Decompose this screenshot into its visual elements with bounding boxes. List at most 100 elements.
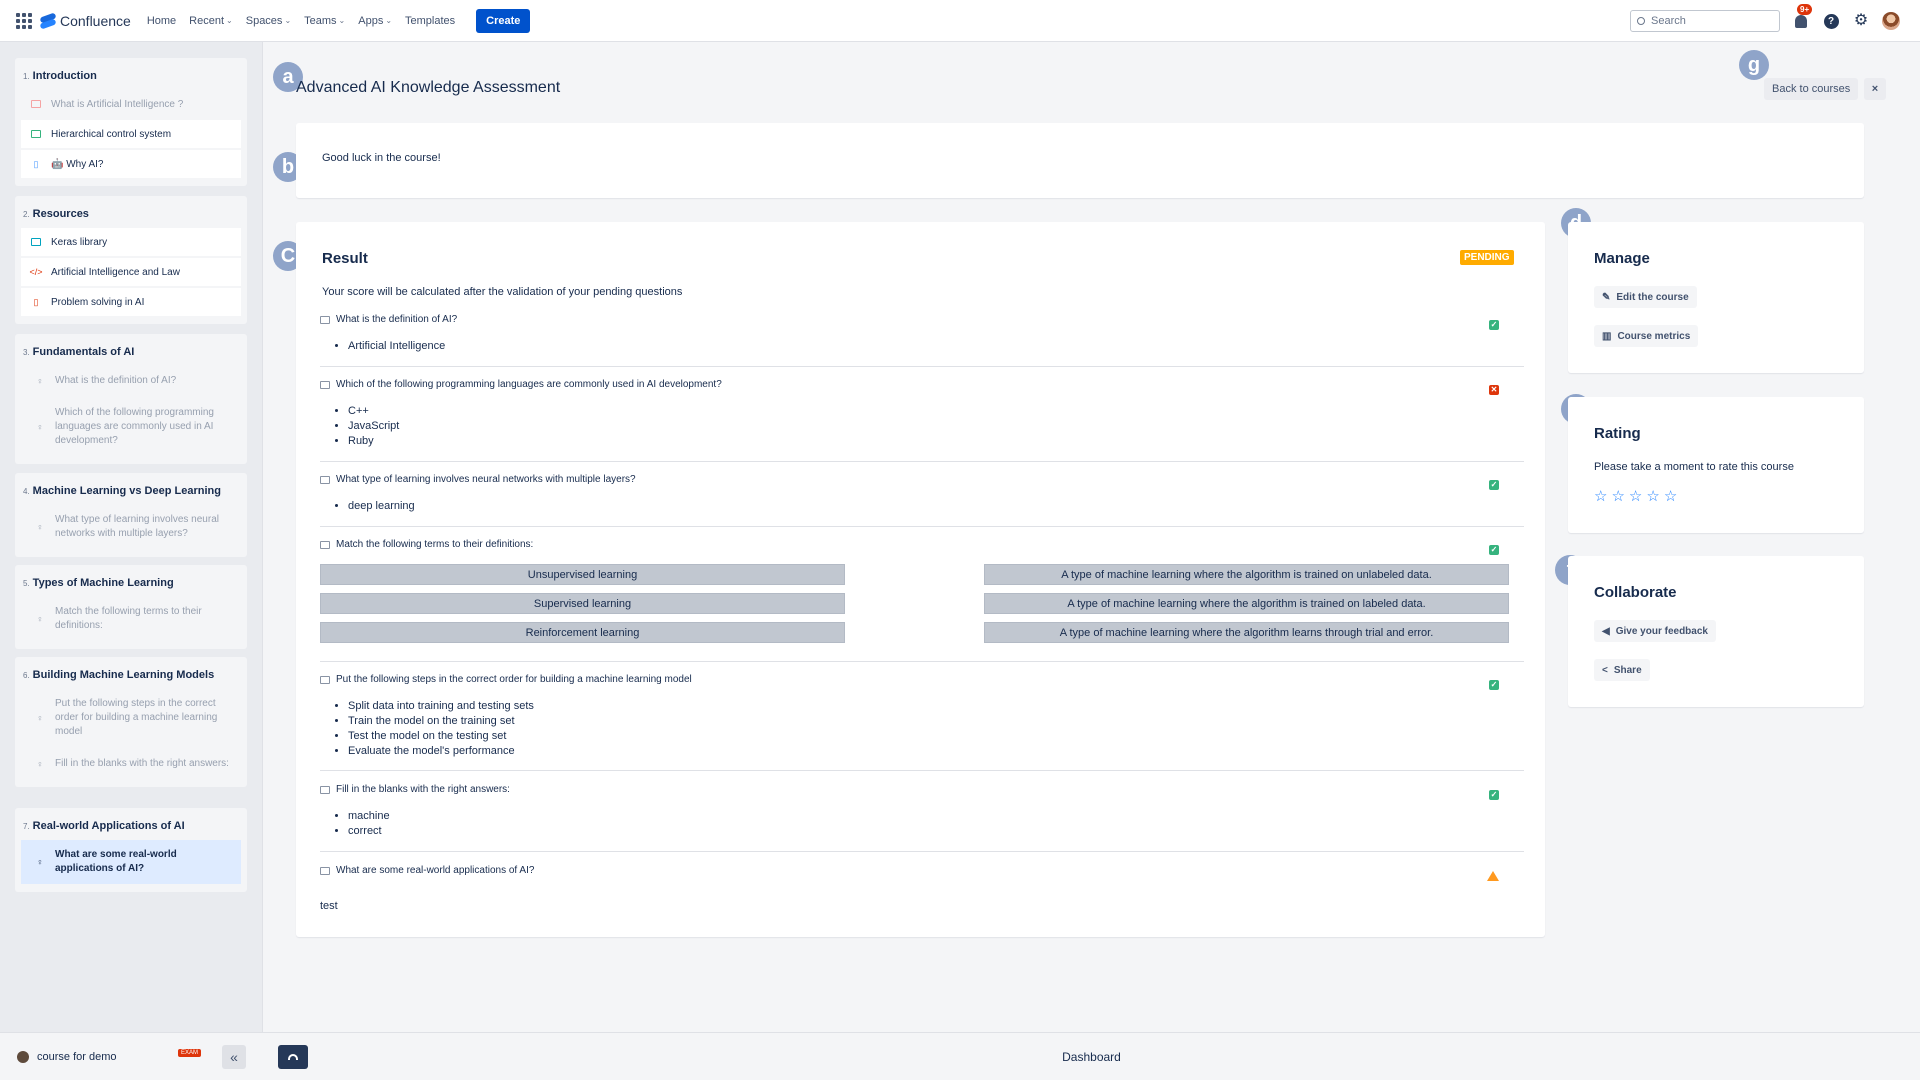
ordering-icon <box>320 675 330 684</box>
help-button[interactable]: ? <box>1822 12 1840 30</box>
chevron-down-icon: ⌄ <box>284 16 292 25</box>
result-card: Result PENDING Your score will be calcul… <box>296 222 1545 937</box>
question-icon: ♀ <box>36 422 44 432</box>
answer-item: Train the model on the training set <box>348 714 1524 729</box>
sidebar-item-definition-ai[interactable]: ♀ What is the definition of AI? <box>21 366 241 396</box>
nav-teams[interactable]: Teams ⌄ <box>302 11 347 31</box>
manage-card: Manage ✎ Edit the course ▥ Course metrics <box>1568 222 1864 373</box>
confluence-logo-icon <box>40 13 56 29</box>
double-chevron-left-icon: « <box>230 1049 238 1065</box>
sidebar-item-label: 🤖 Why AI? <box>51 158 104 170</box>
question-row: What is the definition of AI? ✓ Artifici… <box>320 314 1524 367</box>
answer-list: Split data into training and testing set… <box>348 699 1524 759</box>
app-switcher-icon[interactable] <box>16 12 32 29</box>
section-introduction: 1. Introduction What is Artificial Intell… <box>15 58 247 186</box>
edit-course-button[interactable]: ✎ Edit the course <box>1594 286 1697 308</box>
section-title[interactable]: 5. Types of Machine Learning <box>21 571 241 597</box>
section-title[interactable]: 2. Resources <box>21 202 241 228</box>
section-fundamentals: 3. Fundamentals of AI ♀ What is the defini… <box>15 334 247 464</box>
multiple-choice-icon <box>320 315 330 324</box>
search-input[interactable]: Search <box>1630 10 1780 32</box>
question-icon: ♀ <box>36 522 44 532</box>
sidebar-item-label: What are some real-world applications of… <box>55 849 177 874</box>
sidebar-item-real-world-applications[interactable]: ♀ What are some real-world applications o… <box>21 840 241 884</box>
section-building-models: 6. Building Machine Learning Models ♀ Put … <box>15 657 247 787</box>
sidebar-item-label: Which of the following programming langu… <box>55 407 214 446</box>
share-button[interactable]: < Share <box>1594 659 1650 681</box>
question-icon: ♀ <box>36 376 44 386</box>
sidebar-item-match-terms[interactable]: ♀ Match the following terms to their defi… <box>21 597 241 641</box>
nav-templates[interactable]: Templates <box>403 11 457 31</box>
section-title[interactable]: 6. Building Machine Learning Models <box>21 663 241 689</box>
give-feedback-button[interactable]: ◀ Give your feedback <box>1594 620 1716 642</box>
sidebar-item-label: Problem solving in AI <box>51 296 145 308</box>
nav-teams-label: Teams <box>304 14 337 27</box>
question-icon: ♀ <box>36 713 44 723</box>
sidebar-item-steps-order[interactable]: ♀ Put the following steps in the correct … <box>21 689 241 747</box>
sidebar-item-ai-law[interactable]: </> Artificial Intelligence and Law <box>21 258 241 286</box>
sidebar-item-what-is-ai[interactable]: What is Artificial Intelligence ? <box>21 90 241 118</box>
nav-spaces[interactable]: Spaces ⌄ <box>244 11 293 31</box>
section-title-label: Introduction <box>32 70 97 82</box>
star-icon[interactable]: ☆ <box>1611 489 1624 504</box>
answer-item: Test the model on the testing set <box>348 729 1524 744</box>
course-icon <box>17 1050 29 1063</box>
section-real-world: 7. Real-world Applications of AI ♀ What ar… <box>15 808 247 892</box>
section-title[interactable]: 7. Real-world Applications of AI <box>21 814 241 840</box>
welcome-message: Good luck in the course! <box>322 152 441 164</box>
confluence-logo[interactable]: Confluence <box>40 13 131 29</box>
answer-list: deep learning <box>348 499 1524 514</box>
question-row: What are some real-world applications of… <box>320 865 1524 925</box>
sidebar-item-neural-networks[interactable]: ♀ What type of learning involves neural n… <box>21 505 241 549</box>
answer-item: Split data into training and testing set… <box>348 699 1524 714</box>
create-button[interactable]: Create <box>476 8 531 33</box>
settings-button[interactable]: ⚙ <box>1852 12 1870 30</box>
correct-icon: ✓ <box>1489 480 1499 490</box>
sidebar-item-label: What is the definition of AI? <box>55 375 177 386</box>
close-button[interactable]: × <box>1864 78 1886 100</box>
course-sidebar: 1. Introduction What is Artificial Intell… <box>0 42 263 1032</box>
star-icon[interactable]: ☆ <box>1646 489 1659 504</box>
sidebar-item-why-ai[interactable]: ▯ 🤖 Why AI? <box>21 150 241 178</box>
course-name[interactable]: course for demo <box>37 1051 116 1063</box>
sidebar-item-fill-blanks[interactable]: ♀ Fill in the blanks with the right answe… <box>21 749 241 779</box>
nav-apps[interactable]: Apps ⌄ <box>356 11 394 31</box>
star-icon[interactable]: ☆ <box>1664 489 1677 504</box>
section-number: 4. <box>23 486 30 496</box>
sidebar-item-keras[interactable]: Keras library <box>21 228 241 256</box>
match-pair: Supervised learning A type of machine le… <box>320 593 1524 614</box>
warning-icon <box>1487 871 1499 881</box>
pencil-icon: ✎ <box>1602 291 1611 303</box>
marker-g: g <box>1739 50 1769 80</box>
rating-description: Please take a moment to rate this course <box>1594 461 1794 473</box>
nav-recent[interactable]: Recent ⌄ <box>187 11 235 31</box>
section-title[interactable]: 4. Machine Learning vs Deep Learning <box>21 479 241 505</box>
correct-icon: ✓ <box>1489 545 1499 555</box>
question-text: Match the following terms to their defin… <box>336 539 534 550</box>
page-icon: ▯ <box>33 158 39 169</box>
open-answer-text: test <box>320 900 338 912</box>
section-title[interactable]: 1. Introduction <box>21 64 241 90</box>
star-icon[interactable]: ☆ <box>1629 489 1642 504</box>
back-to-courses-button[interactable]: Back to courses <box>1764 78 1859 100</box>
question-text: Which of the following programming langu… <box>336 379 722 390</box>
answer-list: C++ JavaScript Ruby <box>348 404 1524 449</box>
sidebar-item-programming-languages[interactable]: ♀ Which of the following programming lang… <box>21 398 241 456</box>
match-pairs: Unsupervised learning A type of machine … <box>320 564 1524 643</box>
course-metrics-button[interactable]: ▥ Course metrics <box>1594 325 1699 347</box>
notifications-button[interactable]: 9+ <box>1792 4 1813 30</box>
section-title[interactable]: 3. Fundamentals of AI <box>21 340 241 366</box>
question-row: Which of the following programming langu… <box>320 379 1524 462</box>
sidebar-item-hierarchical-control[interactable]: Hierarchical control system <box>21 120 241 148</box>
sidebar-item-problem-solving[interactable]: ▯ Problem solving in AI <box>21 288 241 316</box>
nav-home[interactable]: Home <box>145 11 178 31</box>
section-title-label: Fundamentals of AI <box>32 346 135 358</box>
answer-item: Ruby <box>348 434 1524 449</box>
multiple-choice-icon <box>320 380 330 389</box>
edit-course-label: Edit the course <box>1616 291 1689 303</box>
collapse-sidebar-button[interactable]: « <box>222 1045 246 1069</box>
avatar[interactable] <box>1882 12 1900 30</box>
question-row: Match the following terms to their defin… <box>320 539 1524 662</box>
welcome-card: Good luck in the course! <box>296 123 1864 198</box>
star-icon[interactable]: ☆ <box>1594 489 1607 504</box>
